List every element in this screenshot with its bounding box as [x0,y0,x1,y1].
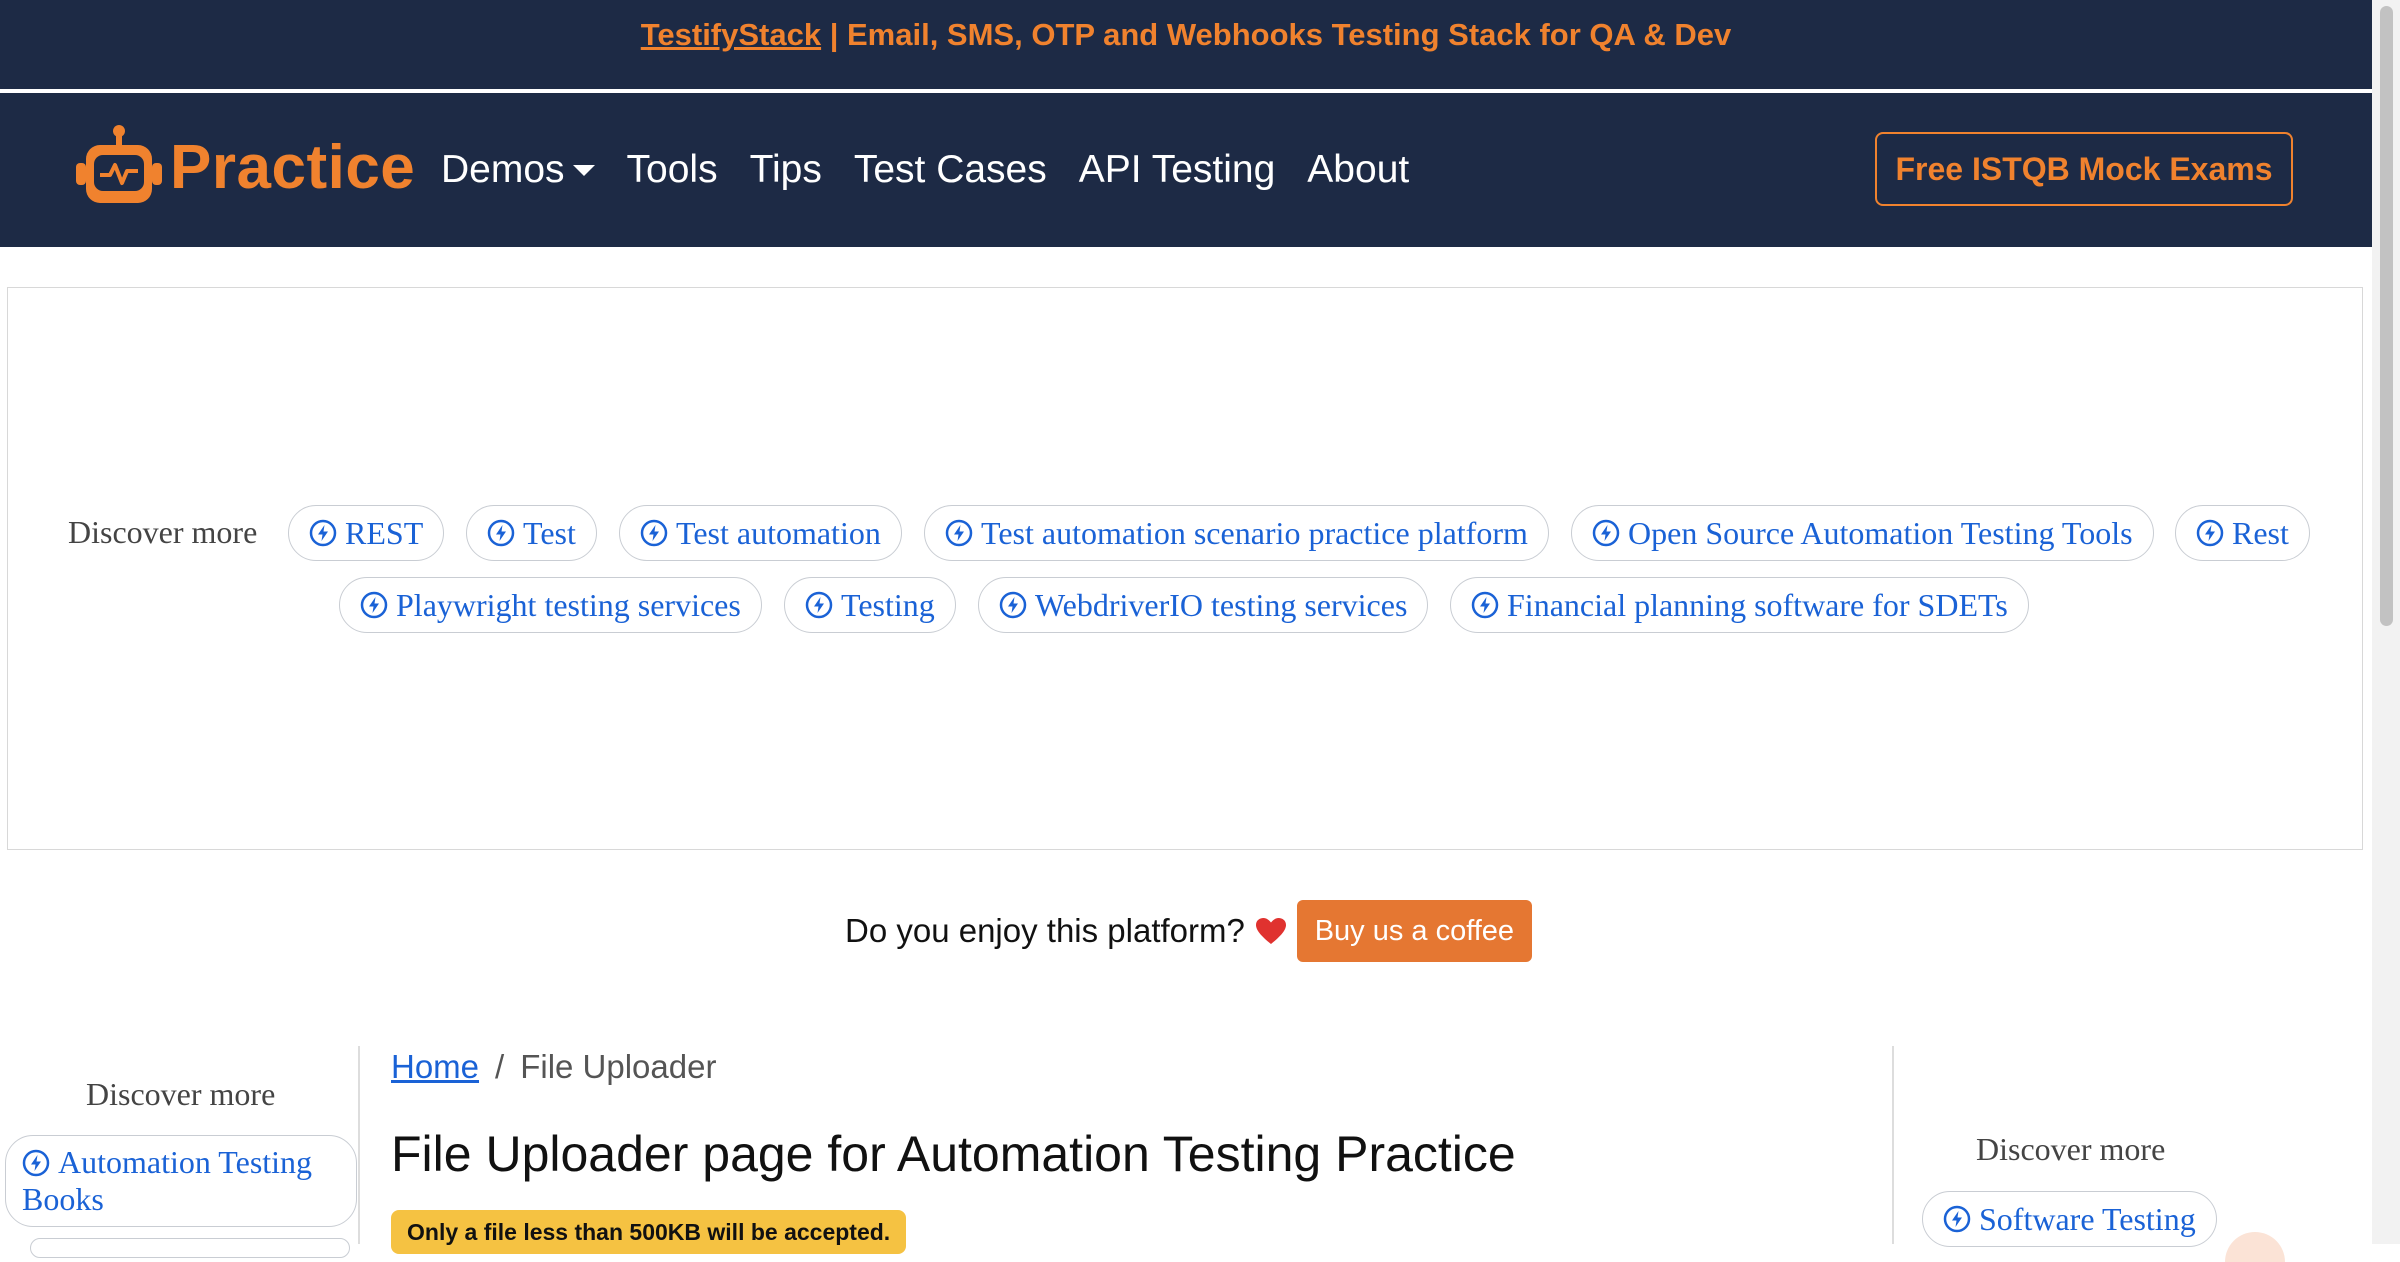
nav-demos[interactable]: Demos [441,148,595,192]
right-sidebar-chip-label: Software Testing [1979,1200,2196,1237]
istqb-mock-exams-button[interactable]: Free ISTQB Mock Exams [1875,132,2293,206]
banner-text: | Email, SMS, OTP and Webhooks Testing S… [821,17,1732,52]
left-sidebar-chip-label: Automation Testing Books [22,1144,313,1217]
bolt-circle-icon [360,591,388,619]
ad-chip-label: Rest [2232,514,2289,551]
bolt-circle-icon [945,519,973,547]
bolt-circle-icon [1592,519,1620,547]
top-banner: TestifyStack | Email, SMS, OTP and Webho… [0,0,2372,89]
brand-name: Practice [170,132,416,202]
bolt-circle-icon [999,591,1027,619]
ad-chip[interactable]: Test [466,505,597,561]
ad-chip-label: Open Source Automation Testing Tools [1628,514,2133,551]
left-sidebar-chip[interactable]: Automation Testing Books [5,1135,357,1227]
page-title: File Uploader page for Automation Testin… [391,1126,1516,1182]
ad-chip[interactable]: REST [288,505,445,561]
ad-chip-label: Test automation [676,514,881,551]
nav-tools[interactable]: Tools [627,148,718,192]
support-question: Do you enjoy this platform? [845,912,1245,949]
left-sidebar-chip-next[interactable] [30,1238,350,1258]
bolt-circle-icon [2196,519,2224,547]
bolt-circle-icon [1471,591,1499,619]
robot-icon [76,125,162,203]
ad-chip-label: Playwright testing services [396,586,741,623]
caret-down-icon [572,164,595,176]
bolt-circle-icon [640,519,668,547]
ad-chip[interactable]: Test automation scenario practice platfo… [924,505,1549,561]
ad-discover-box [7,287,2363,850]
ad-chip-label: Test [523,514,576,551]
ad-chip[interactable]: Testing [784,577,956,633]
ad-chip-label: Testing [841,586,935,623]
right-sidebar-chip[interactable]: Software Testing [1922,1191,2217,1247]
nav-about[interactable]: About [1307,148,1409,192]
nav-demos-label: Demos [441,148,565,191]
floating-widget[interactable] [2225,1232,2285,1262]
bolt-circle-icon [805,591,833,619]
right-column-divider [1892,1046,1894,1244]
ad-chip-label: REST [345,514,424,551]
left-column-divider [358,1046,360,1244]
ad-chip[interactable]: Open Source Automation Testing Tools [1571,505,2154,561]
support-row: Do you enjoy this platform? Buy us a cof… [845,900,1532,962]
breadcrumb-home[interactable]: Home [391,1048,479,1086]
ad-discover-label: Discover more [68,514,258,550]
ad-chip[interactable]: Rest [2175,505,2310,561]
breadcrumb: Home / File Uploader [391,1048,716,1086]
ad-chip[interactable]: WebdriverIO testing services [978,577,1429,633]
file-size-notice: Only a file less than 500KB will be acce… [391,1210,907,1254]
ad-chip[interactable]: Financial planning software for SDETs [1450,577,2029,633]
buy-coffee-button[interactable]: Buy us a coffee [1296,900,1532,962]
right-discover-label: Discover more [1976,1131,2166,1167]
bolt-circle-icon [309,519,337,547]
breadcrumb-current: File Uploader [520,1048,717,1085]
heart-icon [1255,918,1286,944]
bolt-circle-icon [22,1149,50,1177]
brand-link[interactable]: Practice [72,121,415,213]
ad-chip-label: Test automation scenario practice platfo… [981,514,1528,551]
ad-chip-label: WebdriverIO testing services [1035,586,1408,623]
breadcrumb-separator: / [495,1048,505,1085]
bolt-circle-icon [487,519,515,547]
ad-chip[interactable]: Playwright testing services [339,577,762,633]
nav-tips[interactable]: Tips [750,148,822,192]
nav-api-testing[interactable]: API Testing [1079,148,1276,192]
ad-chip[interactable]: Test automation [619,505,902,561]
navbar: Practice Demos Tools Tips Test Cases API… [0,93,2372,247]
scrollbar-thumb[interactable] [2380,6,2393,626]
testifystack-link[interactable]: TestifyStack [641,17,821,52]
nav-test-cases[interactable]: Test Cases [854,148,1047,192]
nav-links: Demos Tools Tips Test Cases API Testing … [441,93,1441,247]
bolt-circle-icon [1943,1205,1971,1233]
left-discover-label: Discover more [86,1076,276,1112]
ad-chip-label: Financial planning software for SDETs [1507,586,2008,623]
